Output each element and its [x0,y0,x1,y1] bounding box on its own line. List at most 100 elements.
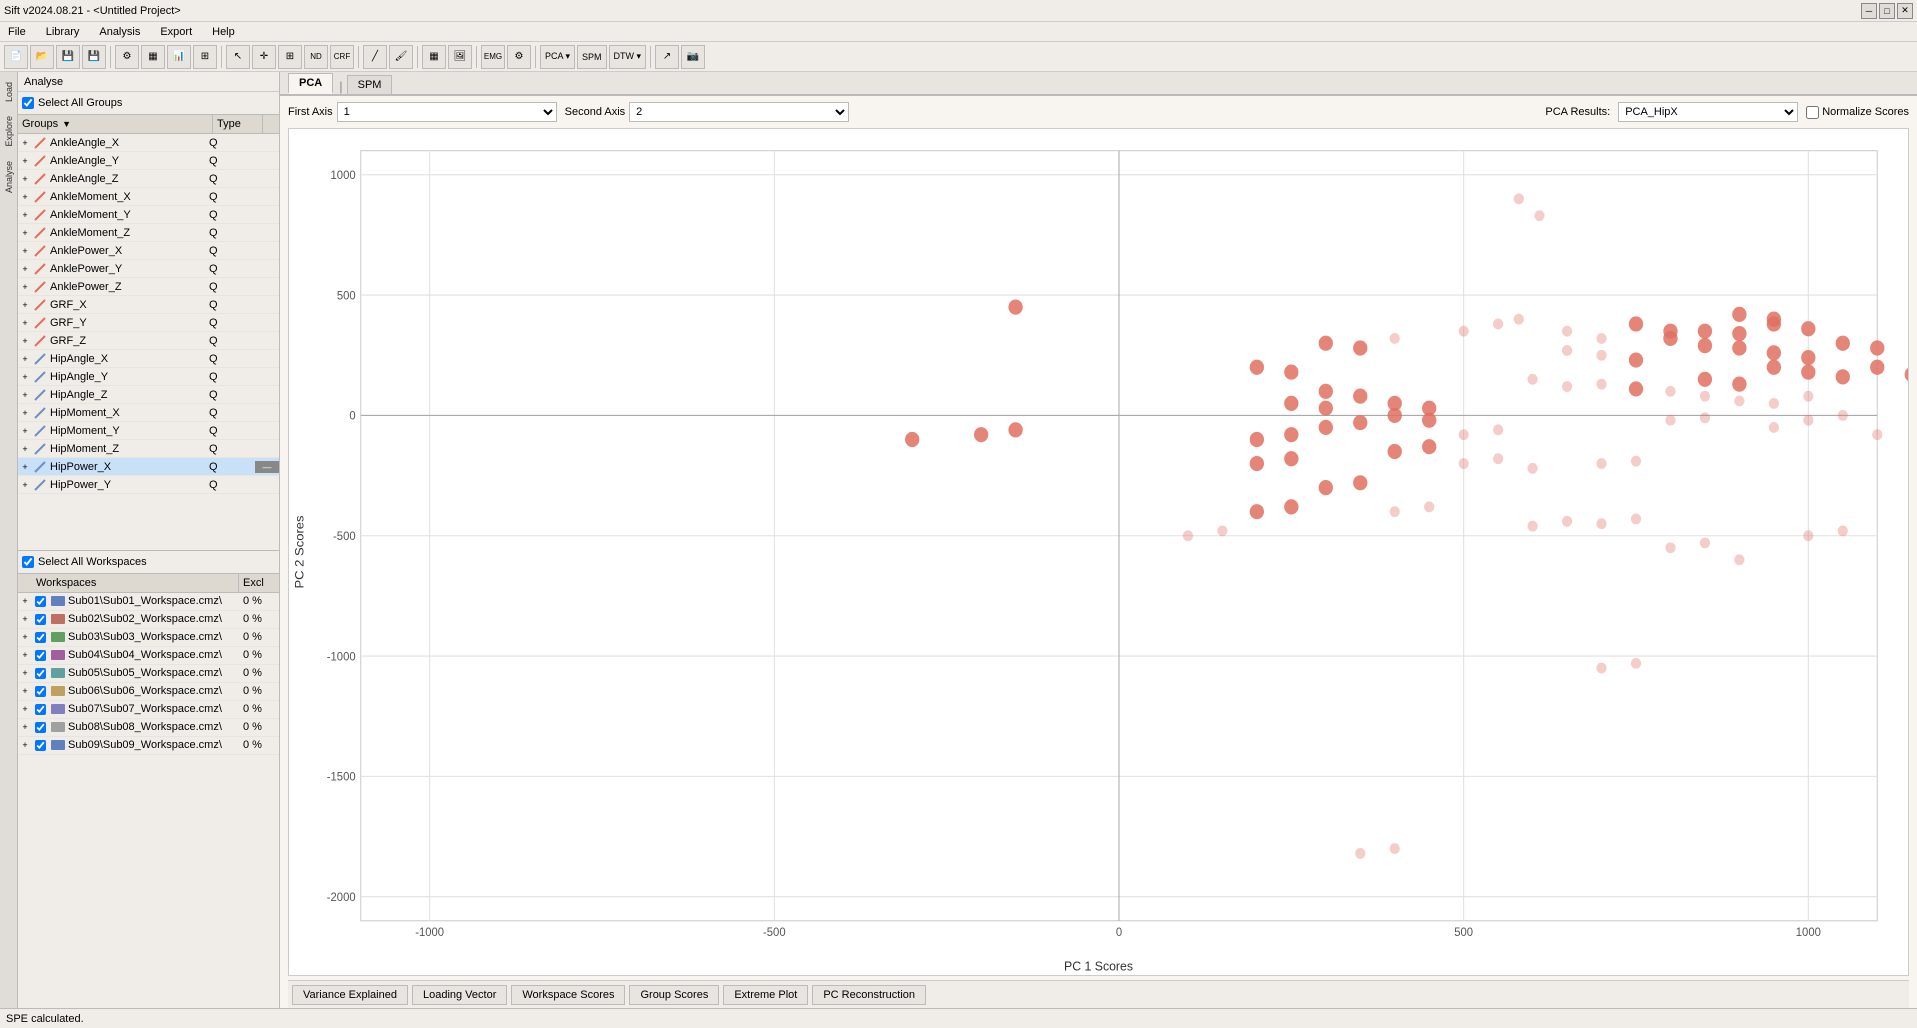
group-row-13[interactable]: + HipAngle_Y Q [18,368,279,386]
ws-row-6[interactable]: + Sub07\Sub07_Workspace.cmz\ 0 % [18,701,279,719]
group-row-4[interactable]: + AnkleMoment_Y Q [18,206,279,224]
spm-button[interactable]: SPM [577,45,607,69]
ws-check-2 [32,632,48,643]
group-row-15[interactable]: + HipMoment_X Q [18,404,279,422]
menu-library[interactable]: Library [42,24,84,40]
ws-checkbox-8[interactable] [35,740,46,751]
pca-button[interactable]: PCA ▾ [540,45,575,69]
side-tab-analyse[interactable]: Analyse [2,155,16,199]
group-row-8[interactable]: + AnklePower_Z Q [18,278,279,296]
ws-check-5 [32,686,48,697]
group-row-2[interactable]: + AnkleAngle_Z Q [18,170,279,188]
group-icon-10 [32,315,48,331]
side-tab-load[interactable]: Load [2,76,16,108]
ws-checkbox-3[interactable] [35,650,46,661]
plugin-button[interactable]: ⚙ [507,45,531,69]
side-tab-explore[interactable]: Explore [2,110,16,153]
normalize-checkbox[interactable] [1806,106,1819,119]
close-button[interactable]: ✕ [1897,3,1913,19]
group-row-7[interactable]: + AnklePower_Y Q [18,260,279,278]
group-row-9[interactable]: + GRF_X Q [18,296,279,314]
group-button[interactable]: ⊞ [278,45,302,69]
ws-checkbox-7[interactable] [35,722,46,733]
ws-row-0[interactable]: + Sub01\Sub01_Workspace.cmz\ 0 % [18,593,279,611]
group-expand-3: + [18,192,32,202]
group-type-15: Q [205,407,255,419]
bottom-tab-loading[interactable]: Loading Vector [412,985,507,1005]
group-row-0[interactable]: + AnkleAngle_X Q [18,134,279,152]
matrix-button[interactable]: ▦ [422,45,446,69]
ws-checkbox-5[interactable] [35,686,46,697]
bottom-tab-variance[interactable]: Variance Explained [292,985,408,1005]
image-button[interactable]: 🖼 [448,45,472,69]
bottom-tab-group-scores[interactable]: Group Scores [629,985,719,1005]
ws-row-5[interactable]: + Sub06\Sub06_Workspace.cmz\ 0 % [18,683,279,701]
ws-row-2[interactable]: + Sub03\Sub03_Workspace.cmz\ 0 % [18,629,279,647]
ws-checkbox-2[interactable] [35,632,46,643]
group-action-18[interactable]: — [255,461,279,473]
ws-icon-7 [50,721,66,733]
cursor-button[interactable]: ✛ [252,45,276,69]
ws-checkbox-6[interactable] [35,704,46,715]
dtw-button[interactable]: DTW ▾ [609,45,647,69]
save-as-button[interactable]: 💾 [82,45,106,69]
ws-checkbox-0[interactable] [35,596,46,607]
pca-results-select[interactable]: PCA_HipX [1618,102,1798,122]
group-row-16[interactable]: + HipMoment_Y Q [18,422,279,440]
emg-button[interactable]: EMG [481,45,505,69]
group-expand-13: + [18,372,32,382]
nd-button[interactable]: ND [304,45,328,69]
group-icon-8 [32,279,48,295]
grid-button[interactable]: ⊞ [193,45,217,69]
chart-button[interactable]: 📊 [167,45,191,69]
group-name-9: GRF_X [48,299,205,311]
minimize-button[interactable]: ─ [1861,3,1877,19]
group-row-14[interactable]: + HipAngle_Z Q [18,386,279,404]
group-row-10[interactable]: + GRF_Y Q [18,314,279,332]
select-all-workspaces-checkbox[interactable] [22,556,34,568]
select-all-groups-checkbox[interactable] [22,97,34,109]
group-row-3[interactable]: + AnkleMoment_X Q [18,188,279,206]
group-row-11[interactable]: + GRF_Z Q [18,332,279,350]
ws-checkbox-1[interactable] [35,614,46,625]
menu-file[interactable]: File [4,24,30,40]
camera-button[interactable]: 📷 [681,45,705,69]
crf-button[interactable]: CRF [330,45,354,69]
group-row-18[interactable]: + HipPower_X Q — [18,458,279,476]
ws-check-8 [32,740,48,751]
group-row-1[interactable]: + AnkleAngle_Y Q [18,152,279,170]
save-button[interactable]: 💾 [56,45,80,69]
export-button[interactable]: ↗ [655,45,679,69]
paint-button[interactable]: 🖌 [389,45,413,69]
second-axis-select[interactable]: 123 [629,102,849,122]
ws-row-1[interactable]: + Sub02\Sub02_Workspace.cmz\ 0 % [18,611,279,629]
ws-checkbox-4[interactable] [35,668,46,679]
line-button[interactable]: ╱ [363,45,387,69]
bottom-tab-extreme[interactable]: Extreme Plot [723,985,808,1005]
settings-button[interactable]: ⚙ [115,45,139,69]
ws-row-8[interactable]: + Sub09\Sub09_Workspace.cmz\ 0 % [18,737,279,755]
select-button[interactable]: ↖ [226,45,250,69]
menu-export[interactable]: Export [156,24,196,40]
group-row-17[interactable]: + HipMoment_Z Q [18,440,279,458]
menu-analysis[interactable]: Analysis [95,24,144,40]
ws-icon-4 [50,667,66,679]
ws-row-3[interactable]: + Sub04\Sub04_Workspace.cmz\ 0 % [18,647,279,665]
ws-row-4[interactable]: + Sub05\Sub05_Workspace.cmz\ 0 % [18,665,279,683]
first-axis-select[interactable]: 123 [337,102,557,122]
bottom-tab-ws-scores[interactable]: Workspace Scores [511,985,625,1005]
separator-6 [535,46,536,68]
menu-help[interactable]: Help [208,24,239,40]
ws-row-7[interactable]: + Sub08\Sub08_Workspace.cmz\ 0 % [18,719,279,737]
group-row-12[interactable]: + HipAngle_X Q [18,350,279,368]
maximize-button[interactable]: □ [1879,3,1895,19]
group-row-6[interactable]: + AnklePower_X Q [18,242,279,260]
group-row-5[interactable]: + AnkleMoment_Z Q [18,224,279,242]
tab-spm[interactable]: SPM [347,75,393,94]
group-row-19[interactable]: + HipPower_Y Q [18,476,279,494]
open-button[interactable]: 📂 [30,45,54,69]
table-button[interactable]: ▦ [141,45,165,69]
tab-pca[interactable]: PCA [288,73,333,94]
new-button[interactable]: 📄 [4,45,28,69]
bottom-tab-pc-recon[interactable]: PC Reconstruction [812,985,926,1005]
